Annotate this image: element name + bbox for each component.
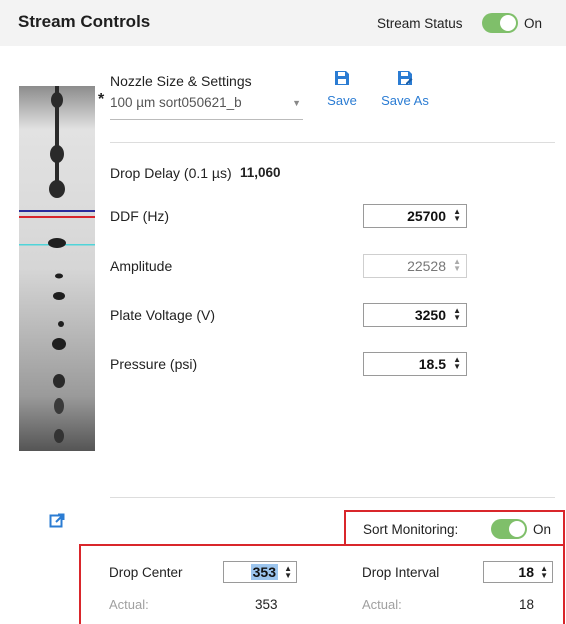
drop-interval-actual-label: Actual:: [362, 597, 402, 612]
chevron-down-icon: ▼: [292, 98, 301, 108]
stream-status-toggle[interactable]: [482, 13, 518, 33]
section-divider: [110, 497, 555, 498]
sort-monitoring-label: Sort Monitoring:: [363, 522, 459, 537]
save-label: Save: [327, 93, 357, 108]
section-divider: [110, 142, 555, 143]
ddf-stepper[interactable]: 25700 ▲ ▼: [363, 204, 467, 228]
spin-up-down-icon[interactable]: ▲ ▼: [453, 208, 461, 223]
spin-up-down-icon[interactable]: ▲ ▼: [453, 356, 461, 371]
ddf-label: DDF (Hz): [110, 208, 170, 224]
save-as-label: Save As: [381, 93, 429, 108]
toggle-knob: [509, 521, 525, 537]
spin-up-down-icon[interactable]: ▲ ▼: [540, 565, 548, 580]
drop-center-stepper[interactable]: 353 ▲ ▼: [223, 561, 297, 583]
drop-center-label: Drop Center: [109, 565, 183, 580]
pressure-stepper[interactable]: 18.5 ▲ ▼: [363, 352, 467, 376]
save-button[interactable]: Save: [326, 70, 358, 108]
spin-up-down-icon: ▲ ▼: [453, 257, 461, 273]
monitor-values-highlight: [79, 544, 565, 624]
plate-voltage-label: Plate Voltage (V): [110, 307, 216, 323]
stream-camera-image: [19, 86, 95, 451]
plate-voltage-value: 3250: [414, 307, 446, 323]
amplitude-stepper: 22528 ▲ ▼: [363, 254, 467, 278]
spin-up-down-icon[interactable]: ▲ ▼: [284, 565, 292, 580]
open-in-new-icon[interactable]: [49, 513, 65, 534]
sort-monitoring-toggle-text: On: [533, 522, 552, 537]
save-as-button[interactable]: Save As: [378, 70, 432, 108]
nozzle-settings-select[interactable]: 100 µm sort050621_b ▼: [110, 93, 303, 120]
drop-interval-value: 18: [518, 564, 534, 580]
plate-voltage-stepper[interactable]: 3250 ▲ ▼: [363, 303, 467, 327]
amplitude-value: 22528: [407, 258, 446, 274]
header-bar: Stream Controls Stream Status On: [0, 0, 566, 46]
floppy-disk-icon: [335, 71, 349, 85]
drop-center-actual-value: 353: [255, 597, 278, 612]
drop-delay-value: 11,060: [240, 165, 281, 180]
spin-up-down-icon[interactable]: ▲ ▼: [453, 307, 461, 322]
nozzle-settings-label: Nozzle Size & Settings: [110, 73, 252, 89]
amplitude-label: Amplitude: [110, 258, 173, 274]
page-title: Stream Controls: [18, 12, 151, 31]
drop-interval-label: Drop Interval: [362, 565, 440, 580]
sort-monitoring-toggle[interactable]: [491, 519, 527, 539]
drop-interval-actual-value: 18: [519, 597, 535, 612]
pressure-value: 18.5: [418, 356, 446, 372]
pressure-label: Pressure (psi): [110, 356, 198, 372]
floppy-disk-edit-icon: [398, 71, 413, 85]
modified-marker: *: [98, 91, 105, 108]
drop-center-value: 353: [250, 564, 278, 580]
drop-center-actual-label: Actual:: [109, 597, 149, 612]
ddf-value: 25700: [407, 208, 446, 224]
stream-status-toggle-text: On: [524, 16, 543, 31]
stream-status-label: Stream Status: [377, 16, 463, 31]
nozzle-settings-value: 100 µm sort050621_b: [110, 95, 242, 110]
drop-delay-label: Drop Delay (0.1 µs): [110, 165, 232, 181]
toggle-knob: [500, 15, 516, 31]
drop-interval-stepper[interactable]: 18 ▲ ▼: [483, 561, 553, 583]
